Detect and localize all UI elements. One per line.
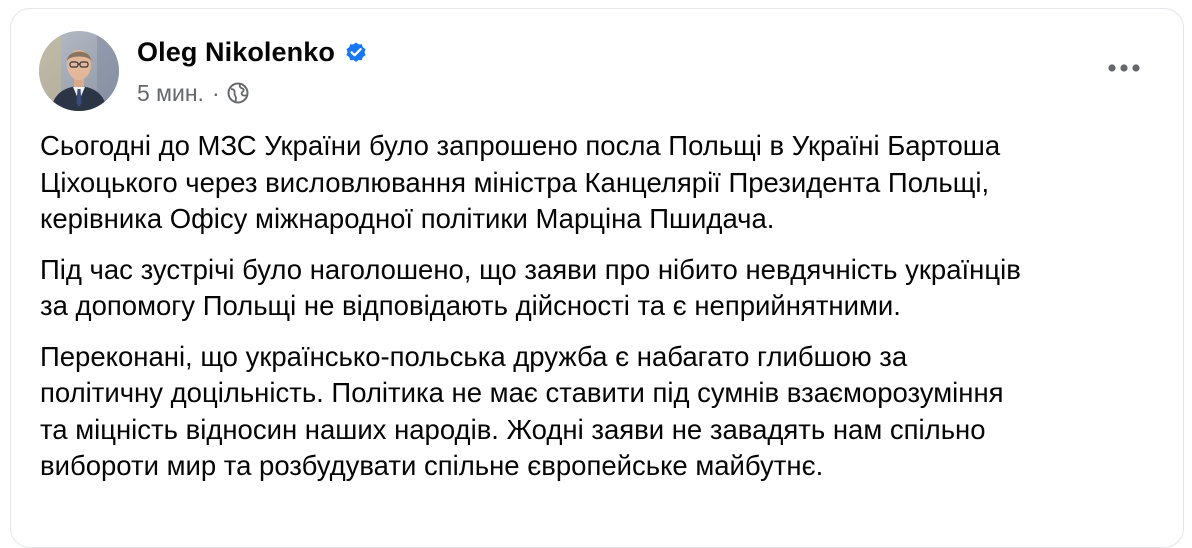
avatar-photo — [39, 31, 119, 111]
post-meta: 5 мин. · — [137, 78, 249, 108]
text-line: Переконані, що українсько-польська дружб… — [40, 340, 908, 372]
more-horizontal-icon — [1108, 64, 1140, 72]
text-line: та міцність відносин наших народів. Жодн… — [40, 413, 986, 445]
author-row: Oleg Nikolenko — [137, 32, 368, 72]
text-line: політичну доцільність. Політика не має с… — [40, 377, 1004, 408]
post-text: Сьогодні до МЗС України було запрошено п… — [40, 128, 1160, 499]
more-options-button[interactable] — [1104, 50, 1144, 86]
avatar[interactable] — [39, 31, 119, 111]
text-line: керівника Офісу міжнародної політики Мар… — [40, 203, 775, 234]
text-line: за допомогу Польщі не відповідають дійсн… — [40, 290, 901, 321]
text-line: Ціхоцького через висловлювання міністра … — [40, 166, 990, 198]
verified-badge-icon — [344, 40, 368, 64]
post-paragraph: Під час зустрічі було наголошено, що зая… — [40, 252, 1160, 325]
text-line: вибороти мир та розбудувати спільне євро… — [40, 450, 824, 481]
post-paragraph: Сьогодні до МЗС України було запрошено п… — [40, 128, 1160, 238]
post-timestamp[interactable]: 5 мин. — [137, 80, 204, 107]
text-line: Сьогодні до МЗС України було запрошено п… — [40, 130, 1001, 161]
meta-separator: · — [211, 79, 220, 106]
text-line: Під час зустрічі було наголошено, що зая… — [40, 253, 1021, 285]
author-name[interactable]: Oleg Nikolenko — [137, 37, 335, 68]
globe-icon[interactable] — [227, 82, 249, 104]
post-paragraph: Переконані, що українсько-польська дружб… — [40, 339, 1160, 485]
